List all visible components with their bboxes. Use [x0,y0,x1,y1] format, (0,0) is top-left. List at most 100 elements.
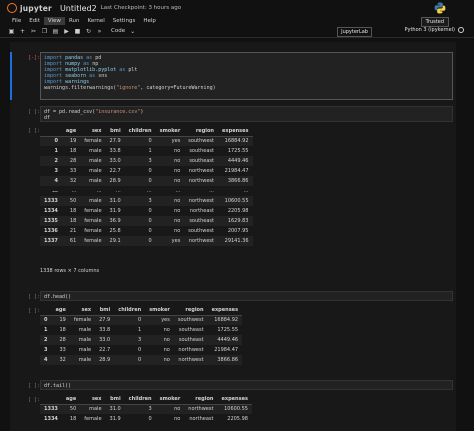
table-cell: 21984.47 [224,168,249,174]
table-cell: 0 [114,315,146,325]
cell-prompt: [ ]: [27,109,40,115]
table-cell: northwest [188,168,214,174]
table-cell: 29141.36 [218,236,253,246]
row-index: 4 [40,176,62,186]
table-cell: no [155,216,185,226]
menu-run[interactable]: Run [65,17,84,25]
table-cell: ... [71,188,77,194]
table-cell: female [69,315,96,325]
table-cell: 3866.86 [218,176,253,186]
menu-edit[interactable]: Edit [25,17,44,25]
notebook-title[interactable]: Untitled2 [60,4,97,13]
menu-view[interactable]: View [43,17,65,25]
add-icon[interactable]: + [19,28,26,35]
code-cell-input[interactable]: import pandas as pd import numpy as np i… [40,52,453,100]
table-cell: male [89,148,102,154]
table-cell: yes [155,236,185,246]
table-cell: 1725.55 [217,327,239,333]
table-cell: 18 [69,208,77,214]
notebook-toolbar: ▣ + ✂ ❐ ▤ ▶ ■ ↻ » Code ⌄ [0,26,474,36]
cell-type-select[interactable]: Code [111,28,125,34]
menu-settings[interactable]: Settings [109,17,140,25]
column-header: children [114,305,146,316]
code-cell-input[interactable]: df.head() [40,291,453,301]
fast-forward-icon[interactable]: » [96,28,103,35]
table-cell: male [78,327,92,333]
menu-help[interactable]: Help [139,17,160,25]
table-cell: 0 [148,208,152,214]
table-cell: northeast [189,208,214,214]
checkpoint-status: Last Checkpoint: 3 hours ago [100,5,182,11]
table-cell: no [145,355,174,365]
table-cell: southwest [188,228,214,234]
code-cell-input[interactable]: df.tail() [40,380,453,390]
row-index: 1 [44,327,48,333]
row-index: 1335 [40,216,62,226]
chevron-down-icon[interactable]: ⌄ [129,28,136,35]
index-header [40,305,52,316]
table-cell: 18 [61,216,81,226]
table-cell: 0 [148,228,152,234]
table-cell: southeast [173,335,208,345]
table-row: 1334 18 female 31.9 0 no northeast 2205.98 [40,206,253,216]
restart-icon[interactable]: ↻ [85,28,92,35]
table-cell: no [155,404,185,414]
table-cell: 19 [51,315,70,325]
table-cell: 33.0 [95,335,115,345]
kernel-idle-icon [458,27,464,33]
table-cell: male [80,156,106,166]
code-line: warnings.filterwarnings("ignore", catego… [44,85,216,91]
top-header: jupyter Untitled2 Last Checkpoint: 3 hou… [0,0,474,16]
row-index: 1333 [40,404,62,414]
run-icon[interactable]: ▶ [63,28,70,35]
table-cell: 22.7 [99,347,111,353]
table-cell: 25.8 [109,228,121,234]
table-cell: 32 [51,355,70,365]
kernel-name: Python 3 (ipykernel) [404,27,455,33]
table-cell: female [84,208,102,214]
table-cell: ... [243,188,249,194]
column-header: bmi [105,126,125,137]
cut-icon[interactable]: ✂ [30,28,37,35]
jupyter-logo[interactable]: jupyter [7,3,52,13]
column-header: sex [69,305,96,316]
copy-icon[interactable]: ❐ [41,28,48,35]
table-cell: 28 [61,156,81,166]
toolbar-divider [0,37,474,38]
table-cell: male [80,196,106,206]
table-cell: 4449.46 [207,335,243,345]
table-cell: 1 [138,327,142,333]
column-header: region [184,394,218,405]
column-header: smoker [155,394,185,405]
dataframe-tail-table: age sex bmi children smoker region expen… [40,394,252,424]
table-cell: 28 [51,335,70,345]
table-cell: 0 [148,416,152,422]
table-cell: 31.9 [109,208,121,214]
table-cell: ... [175,188,181,194]
jupyterlab-button[interactable]: JupyterLab [337,27,372,37]
table-cell: male [80,176,106,186]
table-cell: no [163,327,170,333]
column-header: region [184,126,218,137]
row-index: ... [52,188,58,194]
table-cell: southeast [178,327,204,333]
table-cell: northwest [178,347,204,353]
table-cell: 36.9 [105,216,125,226]
table-cell: 22.7 [109,168,121,174]
table-cell: female [80,216,106,226]
table-cell: 0 [124,216,156,226]
table-cell: no [174,148,181,154]
save-icon[interactable]: ▣ [8,28,15,35]
code-cell-input[interactable]: df = pd.read_csv("insurance.csv") df [40,106,453,122]
stop-icon[interactable]: ■ [74,28,81,35]
kernel-status[interactable]: Python 3 (ipykernel) [404,27,464,33]
table-row: 4 32 male 28.9 0 no northwest 3866.86 [40,176,253,186]
output-prompt: [ ]: [27,308,40,314]
menu-kernel[interactable]: Kernel [83,17,108,25]
table-cell: 1629.83 [218,216,253,226]
dataframe-full-table: age sex bmi children smoker region expen… [40,126,253,246]
cell-prompt: [ ]: [27,294,40,300]
index-header [40,126,62,137]
menu-file[interactable]: File [8,17,25,25]
paste-icon[interactable]: ▤ [52,28,59,35]
